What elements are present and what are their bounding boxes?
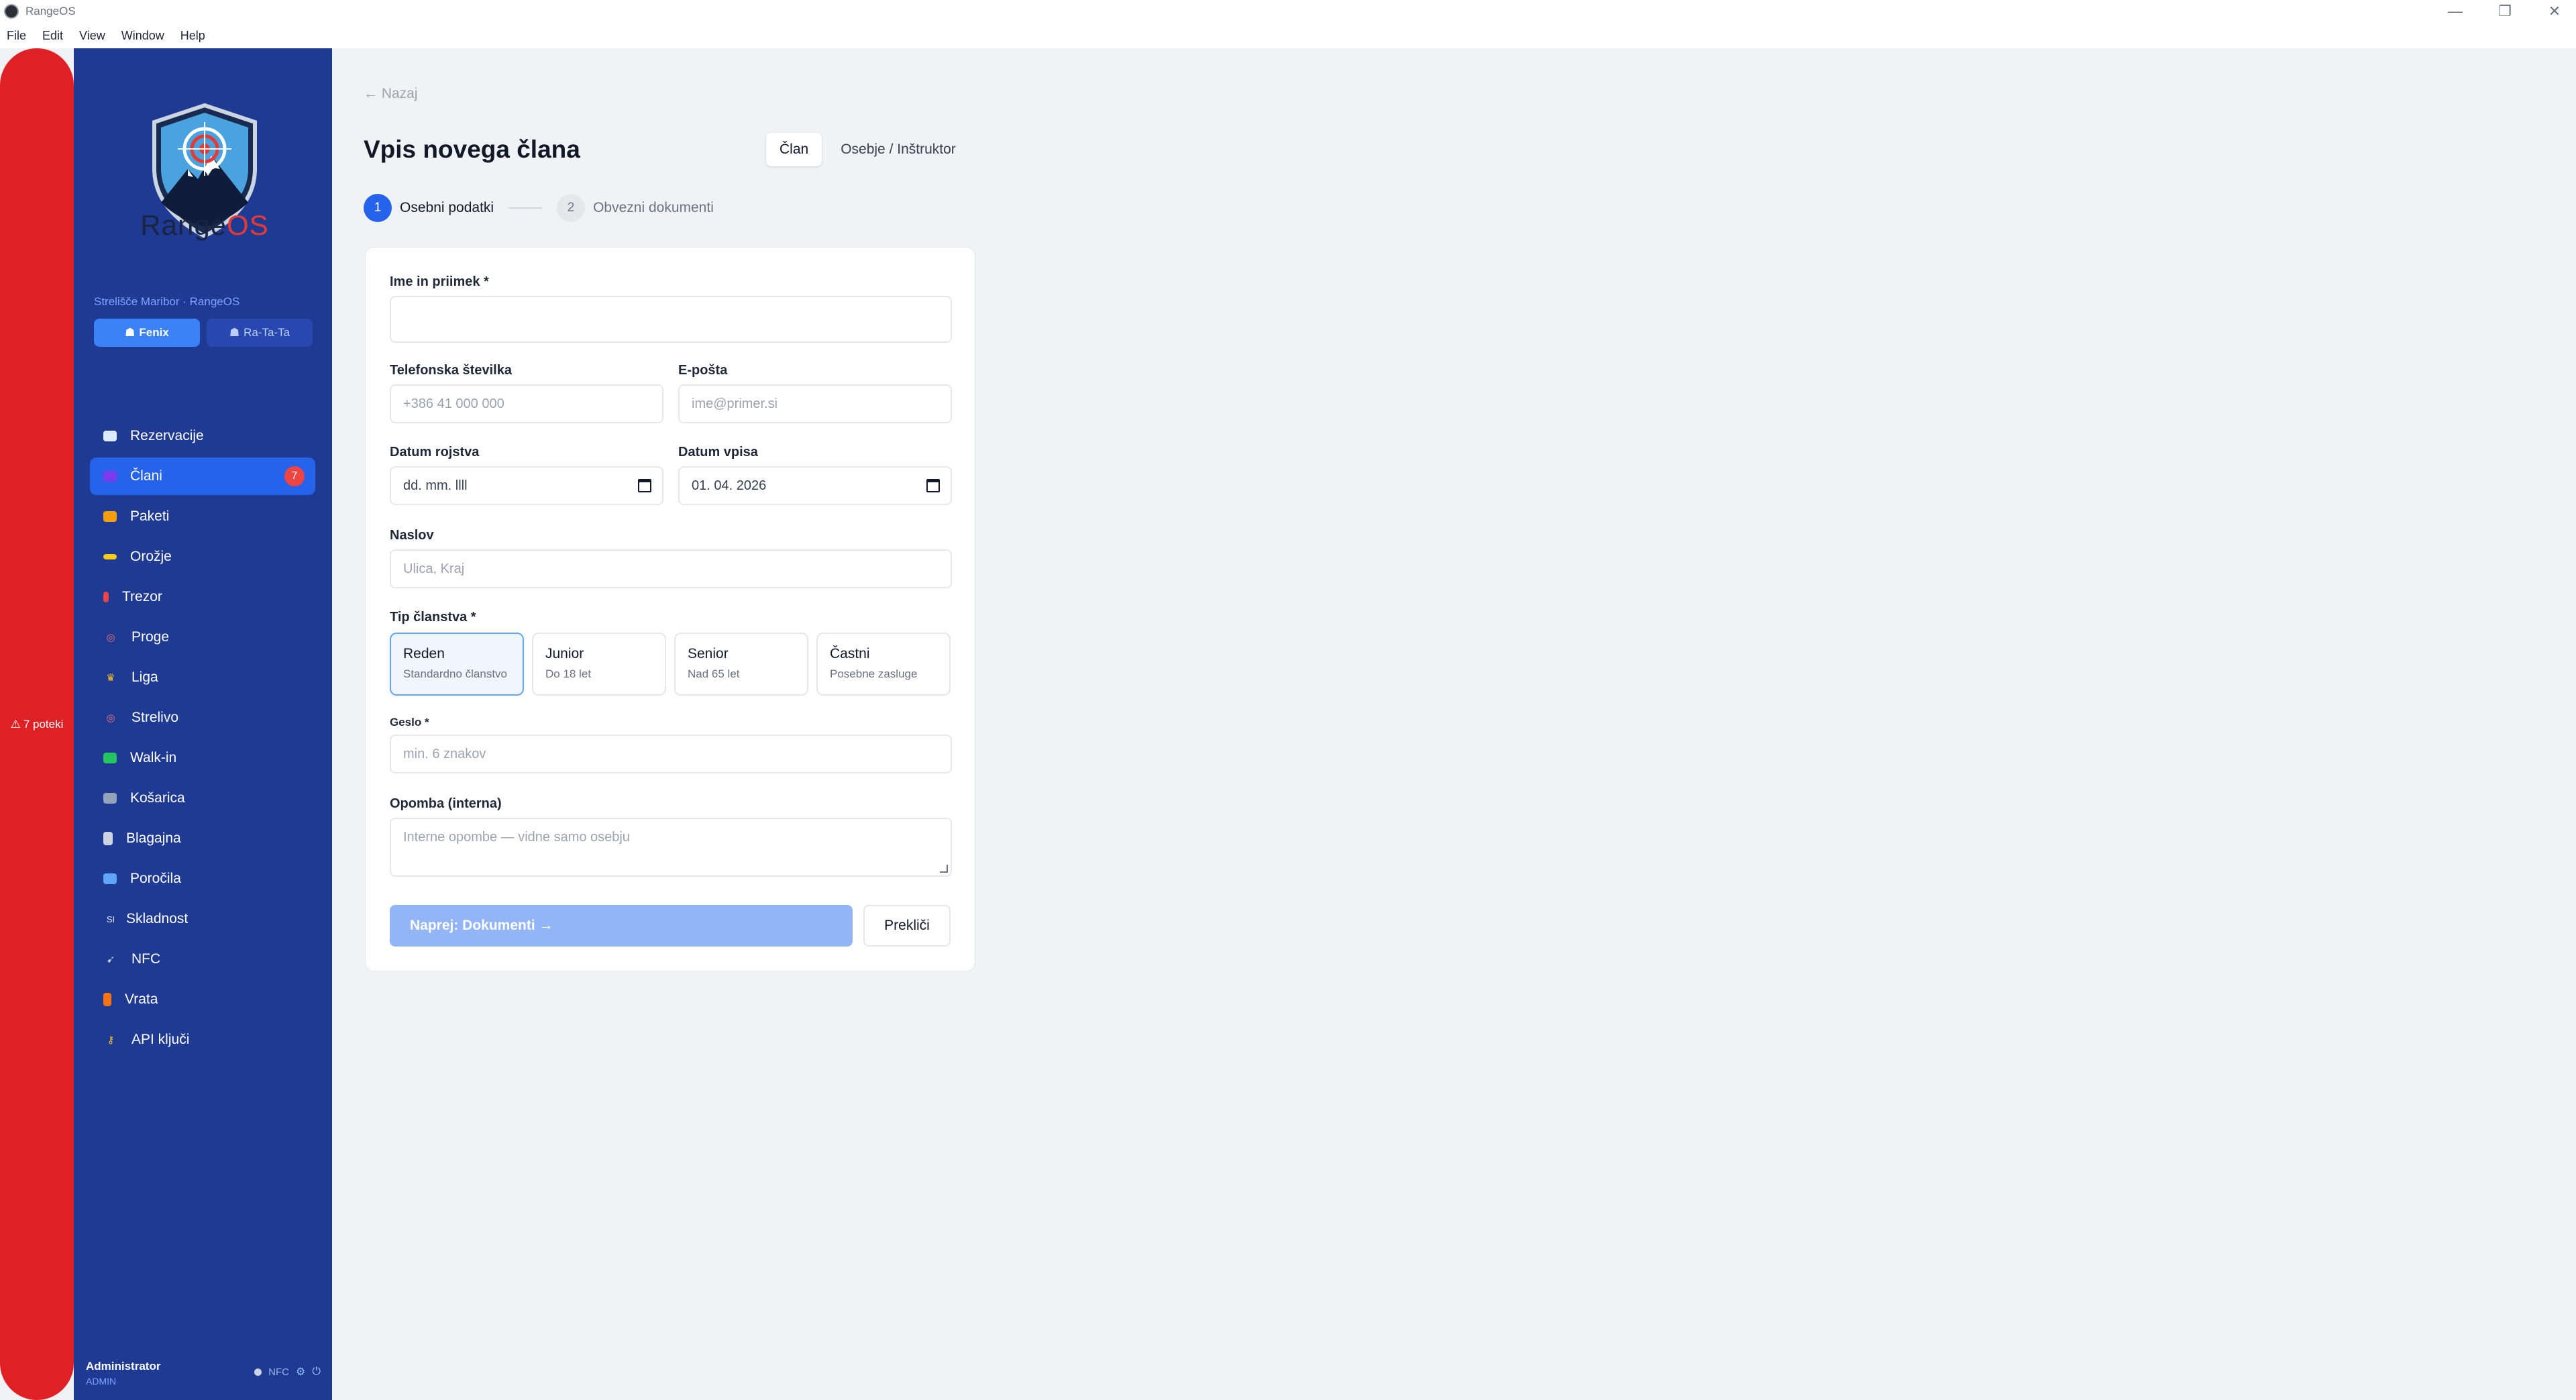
warning-icon: ⚠ bbox=[10, 717, 21, 731]
menu-window[interactable]: Window bbox=[121, 29, 164, 43]
calendar-icon[interactable] bbox=[638, 479, 651, 492]
minimize-icon[interactable]: — bbox=[2447, 3, 2463, 20]
sidebar-item-porocila[interactable]: Poročila bbox=[90, 860, 315, 898]
compliance-icon: SI bbox=[106, 914, 115, 924]
address-label: Naslov bbox=[390, 528, 434, 543]
menu-bar: File Edit View Window Help bbox=[0, 23, 2576, 48]
close-icon[interactable]: ✕ bbox=[2546, 3, 2563, 20]
tab-osebje-instruktor[interactable]: Osebje / Inštruktor bbox=[827, 133, 969, 166]
sidebar-item-skladnost[interactable]: SI Skladnost bbox=[90, 900, 315, 938]
members-count-badge: 7 bbox=[284, 466, 305, 486]
phone-label: Telefonska številka bbox=[390, 363, 512, 378]
cart-icon bbox=[103, 793, 117, 804]
sidebar-item-api-kljuci[interactable]: ⚷ API ključi bbox=[90, 1021, 315, 1059]
settings-icon[interactable]: ⚙ bbox=[296, 1365, 305, 1379]
next-documents-button[interactable]: Naprej: Dokumenti → bbox=[390, 905, 853, 947]
vault-icon bbox=[103, 592, 109, 602]
calendar-icon bbox=[103, 431, 117, 441]
name-input[interactable] bbox=[390, 296, 952, 343]
brand-wordmark: RangeOS bbox=[140, 209, 269, 241]
sidebar-item-nfc[interactable]: ➹ NFC bbox=[90, 940, 315, 978]
weapon-icon bbox=[103, 554, 117, 559]
nfc-status-label: NFC bbox=[268, 1366, 289, 1378]
cancel-button[interactable]: Prekliči bbox=[863, 905, 951, 947]
step-connector bbox=[508, 207, 543, 209]
ticket-icon bbox=[103, 511, 117, 522]
sidebar-item-rezervacije[interactable]: Rezervacije bbox=[90, 417, 315, 455]
menu-edit[interactable]: Edit bbox=[42, 29, 63, 43]
sidebar-item-strelivo[interactable]: ◎ Strelivo bbox=[90, 699, 315, 737]
enroll-date-input[interactable]: 01. 04. 2026 bbox=[678, 466, 952, 505]
enroll-date-label: Datum vpisa bbox=[678, 445, 758, 460]
membership-type-reden[interactable]: Reden Standardno članstvo bbox=[390, 633, 524, 696]
membership-type-senior[interactable]: Senior Nad 65 let bbox=[674, 633, 808, 696]
target-icon: ◎ bbox=[106, 632, 115, 643]
password-label: Geslo * bbox=[390, 716, 429, 729]
sidebar-footer: Administrator ADMIN NFC ⚙ ⏻ bbox=[86, 1360, 321, 1400]
building-icon: ☗ bbox=[125, 326, 136, 339]
trophy-icon: ♛ bbox=[106, 672, 115, 684]
nfc-status-dot-icon bbox=[254, 1368, 262, 1376]
sidebar-item-paketi[interactable]: Paketi bbox=[90, 498, 315, 535]
maximize-icon[interactable]: ❐ bbox=[2497, 3, 2513, 20]
resize-handle-icon[interactable] bbox=[940, 865, 948, 873]
sidebar-item-orozje[interactable]: Orožje bbox=[90, 538, 315, 576]
chart-icon bbox=[103, 873, 117, 884]
email-input[interactable]: ime@primer.si bbox=[678, 384, 952, 423]
membership-type-label: Tip članstva * bbox=[390, 610, 476, 625]
sidebar-item-vrata[interactable]: Vrata bbox=[90, 981, 315, 1018]
address-input[interactable]: Ulica, Kraj bbox=[390, 549, 952, 588]
step-1-label: Osebni podatki bbox=[400, 200, 494, 215]
tab-clan[interactable]: Član bbox=[766, 133, 822, 166]
alert-text: 7 poteki bbox=[23, 717, 64, 731]
alert-strip[interactable]: ⚠ 7 poteki bbox=[0, 48, 74, 1400]
member-form-card: Ime in priimek * Telefonska številka +38… bbox=[365, 247, 975, 971]
note-textarea[interactable]: Interne opombe — vidne samo osebju bbox=[390, 818, 952, 877]
name-label: Ime in priimek * bbox=[390, 274, 489, 289]
nfc-icon: ➹ bbox=[106, 954, 115, 965]
dob-label: Datum rojstva bbox=[390, 445, 480, 460]
sidebar-item-liga[interactable]: ♛ Liga bbox=[90, 659, 315, 696]
email-label: E-pošta bbox=[678, 363, 728, 378]
door-icon bbox=[103, 993, 111, 1006]
location-tab-ratata[interactable]: ☗ Ra-Ta-Ta bbox=[207, 319, 313, 347]
back-link[interactable]: ← Nazaj bbox=[364, 86, 418, 102]
person-type-tabs: Član Osebje / Inštruktor bbox=[766, 133, 969, 166]
sidebar-item-proge[interactable]: ◎ Proge bbox=[90, 618, 315, 656]
register-icon bbox=[103, 832, 113, 845]
sidebar-item-blagajna[interactable]: Blagajna bbox=[90, 820, 315, 857]
form-stepper: 1 Osebni podatki 2 Obvezni dokumenti bbox=[364, 194, 714, 222]
members-icon bbox=[103, 471, 117, 482]
menu-help[interactable]: Help bbox=[180, 29, 205, 43]
key-icon: ⚷ bbox=[107, 1034, 115, 1046]
sidebar-item-trezor[interactable]: Trezor bbox=[90, 578, 315, 616]
building-icon: ☗ bbox=[229, 326, 240, 339]
sidebar-item-clani[interactable]: Člani 7 bbox=[90, 457, 315, 495]
step-1-number: 1 bbox=[364, 194, 392, 222]
menu-file[interactable]: File bbox=[7, 29, 26, 43]
window-titlebar: RangeOS — ❐ ✕ bbox=[0, 0, 2576, 23]
membership-type-junior[interactable]: Junior Do 18 let bbox=[532, 633, 666, 696]
step-2-number: 2 bbox=[557, 194, 586, 222]
power-icon[interactable]: ⏻ bbox=[312, 1366, 321, 1378]
sidebar-item-kosarica[interactable]: Košarica bbox=[90, 779, 315, 817]
calendar-icon[interactable] bbox=[926, 479, 940, 492]
membership-type-castni[interactable]: Častni Posebne zasluge bbox=[816, 633, 951, 696]
phone-input[interactable]: +386 41 000 000 bbox=[390, 384, 663, 423]
window-title: RangeOS bbox=[25, 5, 76, 17]
dob-date-input[interactable]: dd. mm. llll bbox=[390, 466, 663, 505]
organization-name: Strelišče Maribor · RangeOS bbox=[94, 295, 240, 308]
app-icon bbox=[4, 4, 19, 19]
sidebar: RangeOS Strelišče Maribor · RangeOS ☗ Fe… bbox=[74, 48, 332, 1400]
step-2-label: Obvezni dokumenti bbox=[593, 200, 714, 215]
sidebar-nav: Rezervacije Člani 7 Paketi Orožje Trezor… bbox=[90, 417, 315, 1061]
note-label: Opomba (interna) bbox=[390, 796, 502, 811]
location-tab-fenix[interactable]: ☗ Fenix bbox=[94, 319, 200, 347]
page-title: Vpis novega člana bbox=[364, 136, 580, 163]
menu-view[interactable]: View bbox=[79, 29, 105, 43]
sidebar-item-walk-in[interactable]: Walk-in bbox=[90, 739, 315, 777]
password-input[interactable]: min. 6 znakov bbox=[390, 735, 952, 773]
target-icon: ◎ bbox=[106, 712, 115, 724]
cash-icon bbox=[103, 753, 117, 763]
